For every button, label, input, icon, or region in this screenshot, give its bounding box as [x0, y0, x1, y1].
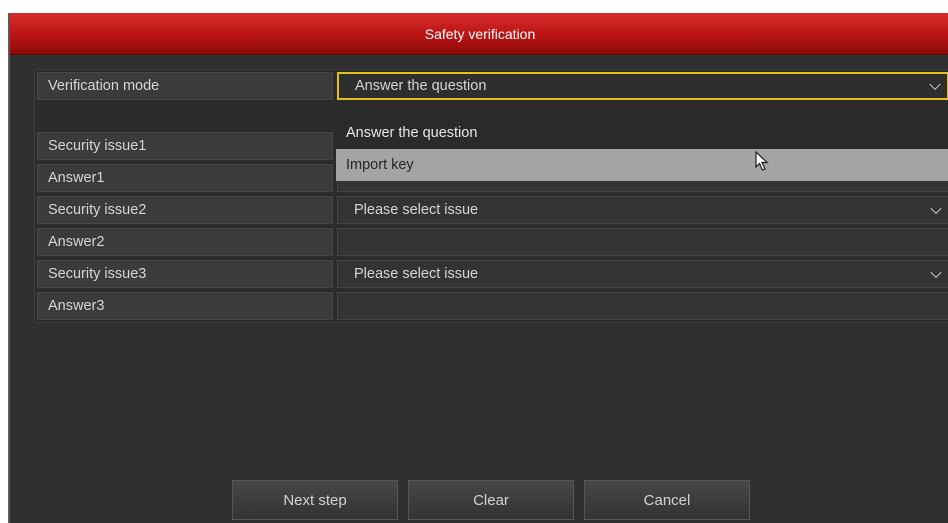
answer2-input[interactable]	[337, 228, 948, 256]
verification-mode-label: Verification mode	[37, 72, 333, 100]
chevron-down-icon	[930, 202, 942, 215]
safety-verification-dialog: Safety verification Verification mode An…	[8, 13, 948, 523]
dialog-title: Safety verification	[10, 13, 948, 55]
answer3-label: Answer3	[37, 292, 333, 320]
answer1-label: Answer1	[37, 164, 333, 192]
chevron-down-icon	[929, 78, 941, 91]
security-issue3-row: Security issue3 Please select issue	[35, 258, 948, 290]
dropdown-option-import-key[interactable]: Import key	[336, 149, 948, 181]
security-issue3-select[interactable]: Please select issue	[337, 260, 948, 288]
verification-mode-dropdown: Answer the question Import key	[336, 117, 948, 181]
verification-form: Verification mode Answer the question Se…	[34, 69, 948, 323]
security-issue3-value: Please select issue	[354, 266, 479, 282]
verification-mode-row: Verification mode Answer the question	[35, 70, 948, 102]
security-issue3-label: Security issue3	[37, 260, 333, 288]
next-step-button[interactable]: Next step	[232, 480, 398, 520]
dropdown-option-answer-question[interactable]: Answer the question	[336, 117, 948, 149]
security-issue2-label: Security issue2	[37, 196, 333, 224]
security-issue2-value: Please select issue	[354, 202, 479, 218]
verification-mode-value: Answer the question	[355, 78, 487, 94]
answer3-input[interactable]	[337, 292, 948, 320]
chevron-down-icon	[930, 266, 942, 279]
cancel-button[interactable]: Cancel	[584, 480, 750, 520]
security-issue2-row: Security issue2 Please select issue	[35, 194, 948, 226]
answer2-row: Answer2	[35, 226, 948, 258]
answer2-label: Answer2	[37, 228, 333, 256]
verification-mode-select[interactable]: Answer the question	[337, 72, 948, 100]
clear-button[interactable]: Clear	[408, 480, 574, 520]
security-issue1-label: Security issue1	[37, 132, 333, 160]
mouse-pointer-icon	[755, 151, 769, 171]
answer3-row: Answer3	[35, 290, 948, 322]
security-issue2-select[interactable]: Please select issue	[337, 196, 948, 224]
